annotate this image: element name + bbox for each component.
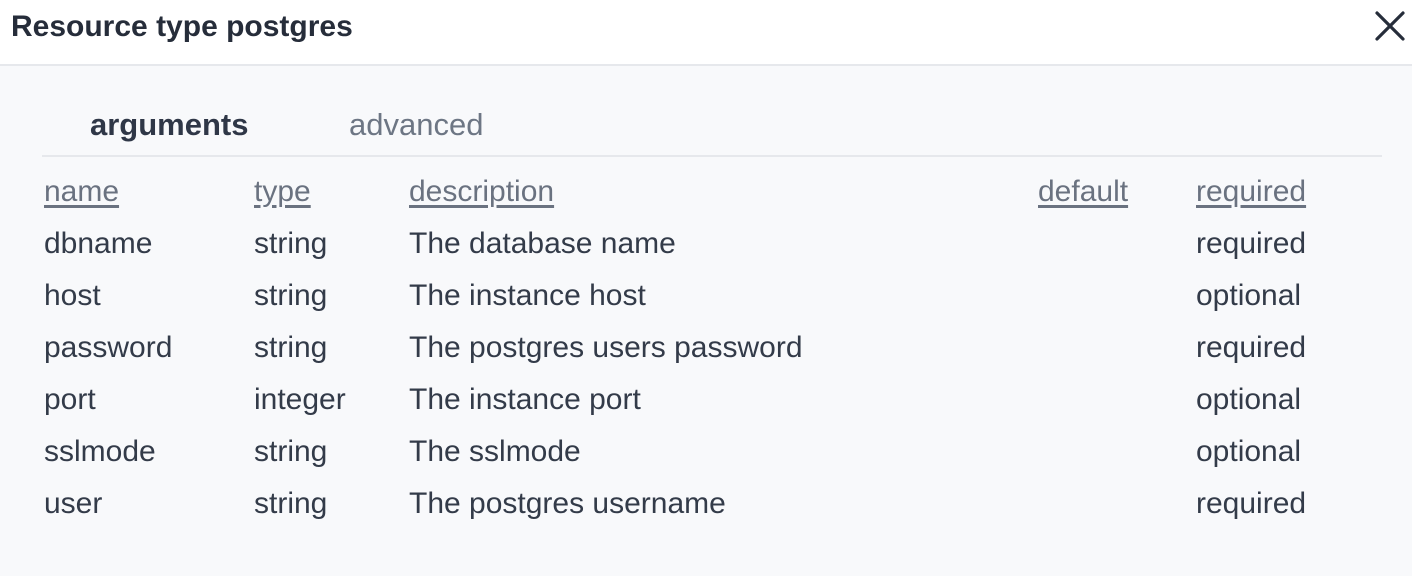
- column-header-description[interactable]: description: [409, 168, 554, 216]
- cell-required: required: [1196, 331, 1307, 364]
- dialog-header: Resource type postgres: [0, 0, 1412, 66]
- tab-arguments[interactable]: arguments: [90, 106, 248, 144]
- cell-description: The sslmode: [409, 435, 581, 468]
- cell-type: string: [254, 331, 328, 364]
- cell-required: optional: [1196, 383, 1302, 416]
- tab-bar: arguments advanced: [42, 98, 1382, 157]
- cell-type: string: [254, 435, 328, 468]
- cell-type: string: [254, 227, 328, 260]
- tab-advanced[interactable]: advanced: [349, 106, 483, 144]
- cell-description: The instance port: [409, 383, 641, 416]
- column-header-type[interactable]: type: [254, 168, 311, 216]
- cell-required: optional: [1196, 435, 1302, 468]
- cell-required: optional: [1196, 279, 1302, 312]
- column-header-default[interactable]: default: [1038, 168, 1128, 216]
- cell-name: port: [44, 383, 96, 416]
- column-header-required[interactable]: required: [1196, 168, 1306, 216]
- cell-required: required: [1196, 487, 1307, 520]
- cell-description: The postgres username: [409, 487, 726, 520]
- cell-name: host: [44, 279, 101, 312]
- cell-type: integer: [254, 383, 346, 416]
- column-header-name[interactable]: name: [44, 168, 119, 216]
- cell-type: string: [254, 279, 328, 312]
- cell-name: password: [44, 331, 173, 364]
- cell-type: string: [254, 487, 328, 520]
- close-icon: [1375, 11, 1405, 41]
- cell-name: sslmode: [44, 435, 156, 468]
- cell-description: The database name: [409, 227, 676, 260]
- cell-description: The postgres users password: [409, 331, 803, 364]
- cell-name: dbname: [44, 227, 153, 260]
- cell-required: required: [1196, 227, 1307, 260]
- dialog-title: Resource type postgres: [11, 10, 353, 43]
- cell-name: user: [44, 487, 103, 520]
- close-button[interactable]: [1373, 9, 1407, 43]
- cell-description: The instance host: [409, 279, 646, 312]
